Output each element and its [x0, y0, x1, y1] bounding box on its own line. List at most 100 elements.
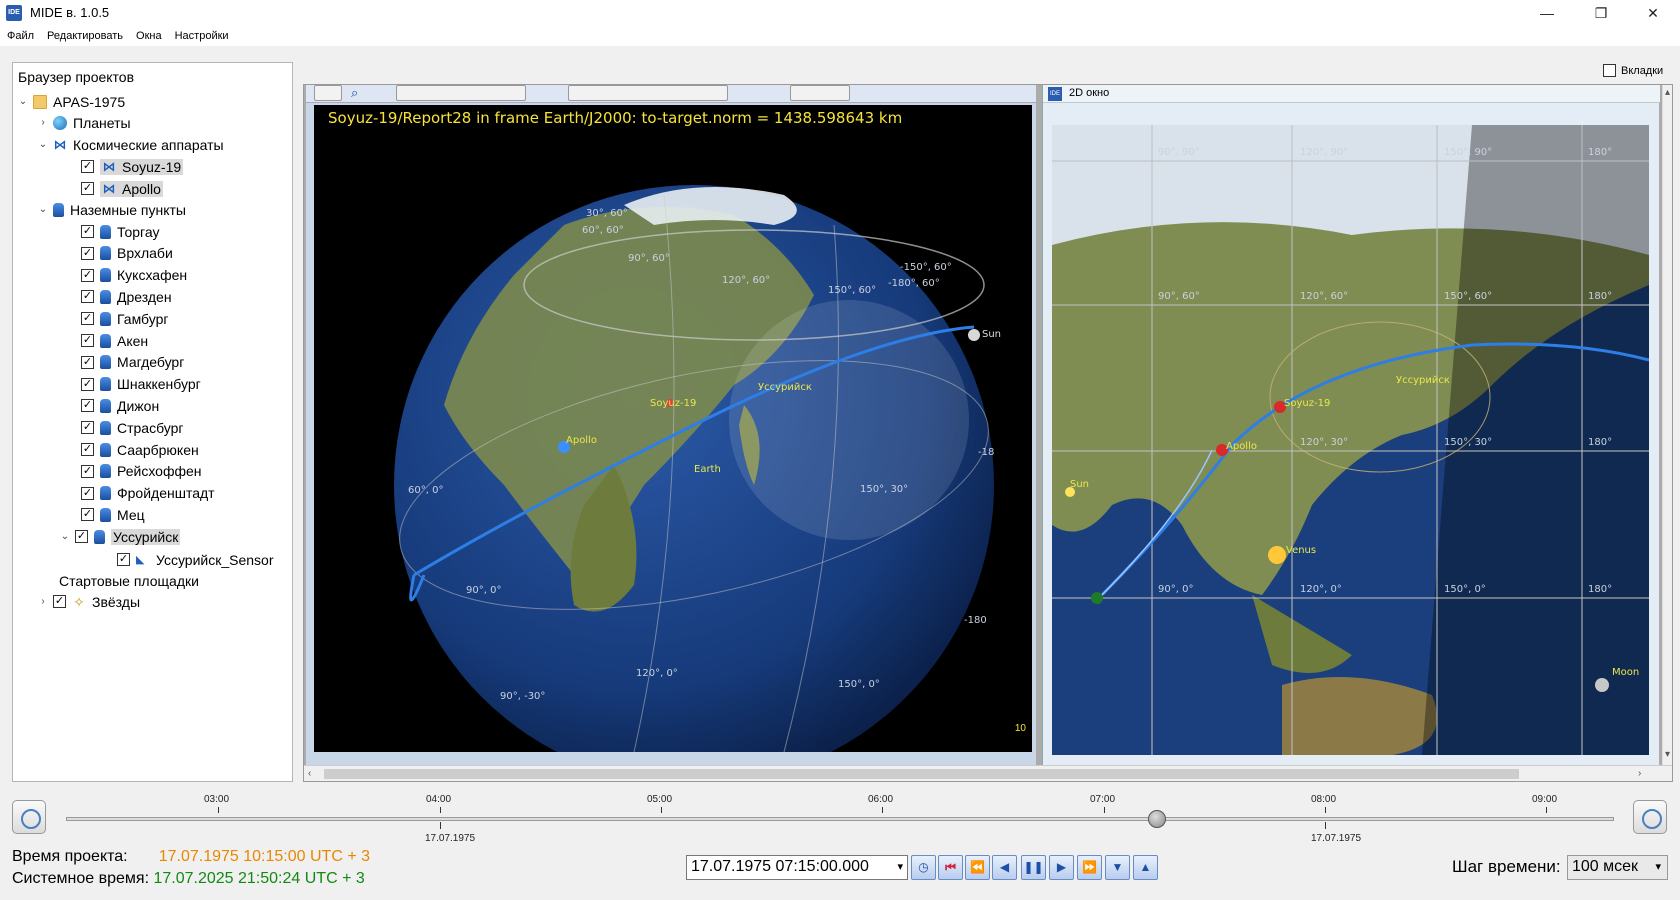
clock-icon[interactable]: ◷ — [911, 855, 936, 880]
toolbar-dropdown[interactable] — [568, 85, 728, 101]
chevron-down-icon[interactable]: ⌄ — [59, 531, 71, 542]
tree-item-sensor[interactable]: ✓ ◣ Уссурийск_Sensor — [117, 549, 274, 570]
tree-item-ground-station[interactable]: ✓ Рейсхоффен — [81, 461, 202, 482]
grid-label: 90°, 0° — [1158, 584, 1194, 595]
vertical-scrollbar[interactable]: ▴ ▾ — [1662, 85, 1672, 765]
checkbox[interactable]: ✓ — [81, 377, 94, 391]
maximize-button[interactable]: ❐ — [1578, 0, 1624, 26]
tree-item-ground-station[interactable]: ✓ Куксхафен — [81, 265, 187, 286]
checkbox[interactable]: ✓ — [81, 355, 94, 369]
window-2d[interactable]: IDE 2D окно Soyuz-19 Apollo Уссурийск Su… — [1042, 85, 1660, 765]
fast-forward-icon[interactable]: ⏩ — [1077, 855, 1102, 880]
menu-file[interactable]: Файл — [0, 27, 40, 42]
checkbox[interactable]: ✓ — [81, 421, 94, 435]
menu-edit[interactable]: Редактировать — [40, 27, 129, 42]
tree-launch-sites[interactable]: Стартовые площадки — [59, 570, 199, 591]
checkbox[interactable]: ✓ — [53, 595, 66, 608]
toolbar-button[interactable] — [314, 85, 342, 101]
search-icon[interactable]: ⌕ — [351, 85, 373, 101]
tree-item-ground-station[interactable]: ⌄ ✓ Уссурийск — [59, 526, 181, 547]
chevron-down-icon[interactable]: ▾ — [897, 860, 903, 873]
scroll-right-icon[interactable]: › — [1638, 768, 1641, 779]
tree-stars[interactable]: › ✓ ✧ Звёзды — [37, 591, 140, 612]
tick-mark — [440, 807, 441, 813]
viewport-3d[interactable]: Soyuz-19/Report28 in frame Earth/J2000: … — [314, 105, 1032, 752]
menu-windows[interactable]: Окна — [129, 27, 168, 42]
chevron-down-icon[interactable]: ▾ — [1655, 860, 1661, 873]
soyuz-label: Soyuz-19 — [1284, 398, 1331, 409]
grid-label: 120°, 0° — [636, 668, 678, 679]
viewport-2d[interactable]: Soyuz-19 Apollo Уссурийск Sun Venus Moon… — [1052, 125, 1649, 755]
timeline-handle[interactable] — [1148, 810, 1166, 828]
play-reverse-icon[interactable]: ◀ — [992, 855, 1017, 880]
step-select[interactable]: 100 мсек ▾ — [1567, 855, 1668, 880]
speed-up-icon[interactable]: ▲ — [1133, 855, 1158, 880]
chevron-down-icon[interactable]: ⌄ — [37, 139, 49, 150]
scrollbar-thumb[interactable] — [324, 769, 1519, 779]
checkbox[interactable]: ✓ — [81, 290, 94, 304]
tree-item-apollo[interactable]: ✓ ⋈ Apollo — [81, 178, 163, 199]
checkbox[interactable]: ✓ — [81, 508, 94, 522]
project-browser-title: Браузер проектов — [18, 69, 135, 85]
tree-item-ground-station[interactable]: ✓ Гамбург — [81, 308, 169, 329]
skip-to-start-icon[interactable]: ⏮ — [938, 855, 963, 880]
checkbox[interactable]: ✓ — [81, 312, 94, 326]
tree-item-soyuz[interactable]: ✓ ⋈ Soyuz-19 — [81, 156, 184, 177]
window-3d[interactable]: ⌕ Soyuz-19/Report28 in frame Earth/J2000… — [306, 85, 1036, 765]
checkbox[interactable]: ✓ — [81, 182, 94, 195]
chevron-down-icon[interactable]: ⌄ — [17, 96, 29, 107]
tree-item-ground-station[interactable]: ✓ Дижон — [81, 395, 159, 416]
scroll-up-icon[interactable]: ▴ — [1665, 87, 1670, 98]
tabs-checkbox[interactable]: Вкладки — [1603, 64, 1663, 77]
horizontal-scrollbar[interactable]: ‹ › — [304, 765, 1672, 781]
minimize-button[interactable]: — — [1524, 0, 1570, 26]
tree-item-ground-station[interactable]: ✓ Врхлаби — [81, 243, 173, 264]
checkbox[interactable]: ✓ — [81, 246, 94, 260]
scroll-left-icon[interactable]: ‹ — [308, 768, 311, 779]
tree-planets[interactable]: › Планеты — [37, 112, 130, 133]
tree-item-ground-station[interactable]: ✓ Торгау — [81, 221, 159, 242]
time-status: Время проекта: 17.07.1975 10:15:00 UTC +… — [12, 846, 370, 890]
checkbox[interactable]: ✓ — [81, 160, 94, 173]
tick-label: 03:00 — [204, 794, 230, 805]
tree-project[interactable]: ⌄ APAS-1975 — [17, 91, 125, 112]
close-button[interactable]: ✕ — [1630, 0, 1676, 26]
checkbox[interactable]: ✓ — [75, 530, 88, 544]
tree-spacecraft[interactable]: ⌄ ⋈ Космические аппараты — [37, 134, 224, 155]
checkbox[interactable] — [1603, 64, 1616, 77]
tree-item-ground-station[interactable]: ✓ Фройденштадт — [81, 483, 215, 504]
checkbox[interactable]: ✓ — [81, 464, 94, 478]
timeline[interactable]: 03:00 04:00 05:00 06:00 07:00 08:00 09:0… — [0, 790, 1680, 844]
ground-station-icon — [100, 420, 111, 435]
ground-station-icon — [100, 311, 111, 326]
tree-ground-stations[interactable]: ⌄ Наземные пункты — [37, 199, 186, 220]
tree-item-ground-station[interactable]: ✓ Страсбург — [81, 417, 184, 438]
checkbox[interactable]: ✓ — [81, 268, 94, 282]
checkbox[interactable]: ✓ — [81, 225, 94, 238]
chevron-right-icon[interactable]: › — [37, 117, 49, 128]
tree-item-ground-station[interactable]: ✓ Акен — [81, 330, 148, 351]
chevron-right-icon[interactable]: › — [37, 596, 49, 607]
checkbox[interactable]: ✓ — [81, 443, 94, 456]
toolbar-dropdown[interactable] — [396, 85, 526, 101]
pause-icon[interactable]: ❚❚ — [1021, 855, 1046, 880]
tree-item-ground-station[interactable]: ✓ Мец — [81, 504, 145, 525]
tree-item-ground-station[interactable]: ✓ Дрезден — [81, 286, 172, 307]
datetime-input[interactable]: 17.07.1975 07:15:00.000 ▾ — [686, 855, 908, 880]
project-time-value: 17.07.1975 10:15:00 UTC + 3 — [158, 848, 370, 865]
scroll-down-icon[interactable]: ▾ — [1665, 749, 1670, 760]
menu-settings[interactable]: Настройки — [168, 27, 235, 42]
checkbox[interactable]: ✓ — [117, 553, 130, 566]
tree-item-ground-station[interactable]: ✓ Магдебург — [81, 352, 184, 373]
rewind-icon[interactable]: ⏪ — [965, 855, 990, 880]
play-icon[interactable]: ▶ — [1049, 855, 1074, 880]
toolbar-dropdown[interactable] — [790, 85, 850, 101]
chevron-down-icon[interactable]: ⌄ — [37, 204, 49, 215]
slow-down-icon[interactable]: ▼ — [1105, 855, 1130, 880]
checkbox[interactable]: ✓ — [81, 399, 94, 413]
tree-item-ground-station[interactable]: ✓ Саарбрюкен — [81, 439, 199, 460]
checkbox[interactable]: ✓ — [81, 334, 94, 347]
tree-item-ground-station[interactable]: ✓ Шнаккенбург — [81, 374, 201, 395]
timeline-track[interactable] — [66, 817, 1614, 821]
checkbox[interactable]: ✓ — [81, 486, 94, 500]
